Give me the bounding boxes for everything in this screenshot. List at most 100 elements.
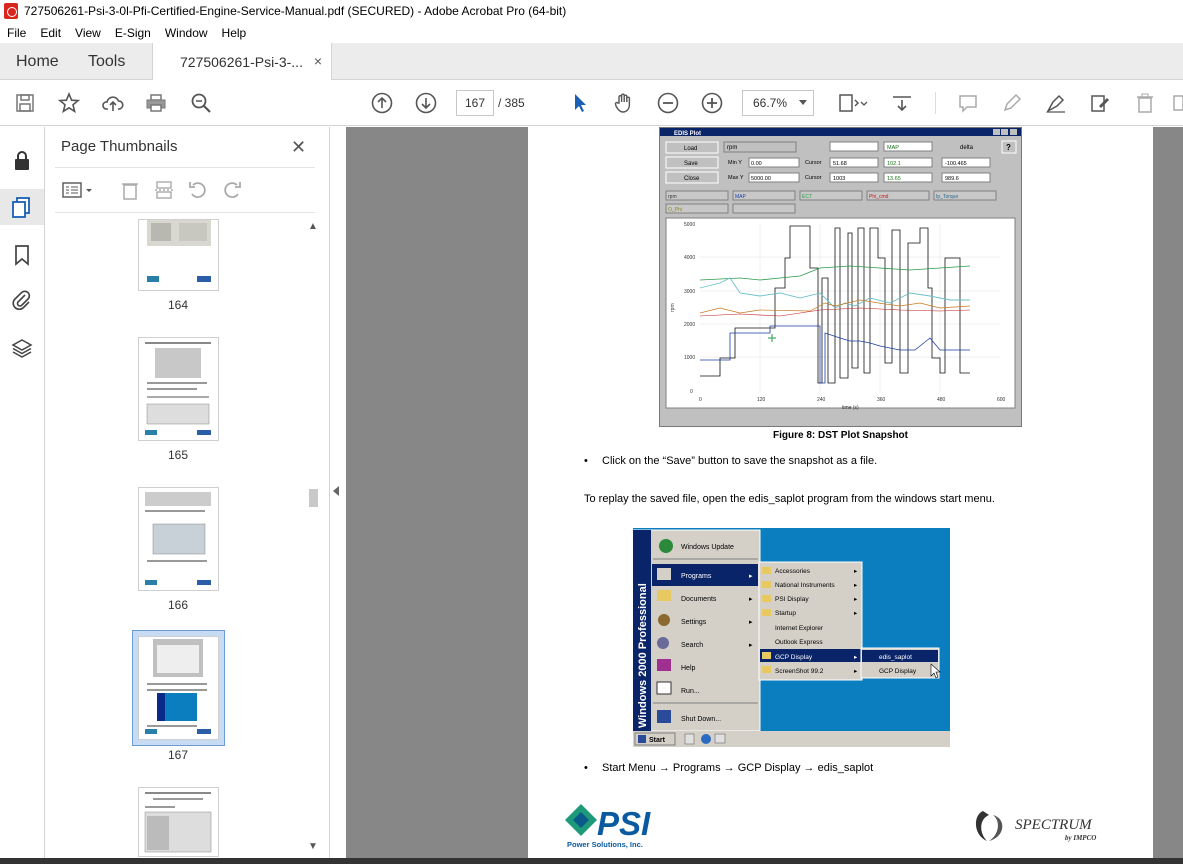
tab-tools[interactable]: Tools — [88, 43, 125, 80]
psi-logo-subtitle: Power Solutions, Inc. — [567, 840, 643, 849]
edit-document-icon[interactable] — [1088, 91, 1112, 115]
programs-national-instruments: National Instruments — [775, 582, 835, 589]
zoom-out-icon[interactable] — [656, 91, 680, 115]
more-tools-icon[interactable] — [1172, 91, 1183, 115]
gcp-display: GCP Display — [879, 668, 917, 675]
windows-banner: Windows 2000 Professional — [637, 583, 649, 728]
zoom-search-icon[interactable] — [189, 91, 213, 115]
toolbar-separator — [935, 92, 936, 114]
extract-pages-icon[interactable] — [153, 179, 175, 201]
rotate-left-icon[interactable] — [187, 179, 209, 201]
x-tick: 360 — [877, 397, 886, 403]
print-icon[interactable] — [144, 91, 168, 115]
psi-logo-text: PSI — [597, 805, 651, 842]
next-page-icon[interactable] — [414, 91, 438, 115]
collapse-panel-icon[interactable] — [333, 486, 339, 496]
tab-document[interactable]: 727506261-Psi-3-... × — [152, 43, 332, 81]
y-tick: 5000 — [684, 222, 695, 228]
previous-page-icon[interactable] — [370, 91, 394, 115]
programs-accessories: Accessories — [775, 568, 811, 575]
page-thumbnails-icon[interactable] — [0, 189, 44, 225]
layers-icon[interactable] — [11, 337, 33, 359]
spectrum-logo: SPECTRUM by IMPCO — [971, 807, 1111, 847]
page-thumbnail[interactable] — [138, 219, 219, 291]
scroll-up-arrow-icon[interactable]: ▲ — [308, 221, 318, 232]
plot-buttons: Load Save Close — [665, 141, 719, 184]
thumbnail-scrollbar[interactable]: ▲ ▼ — [306, 219, 320, 859]
highlight-pen-icon[interactable] — [1000, 91, 1024, 115]
map2-value: 13.65 — [887, 176, 901, 182]
save-file-icon[interactable] — [13, 91, 37, 115]
y-tick: 2000 — [684, 322, 695, 328]
attachments-paperclip-icon[interactable] — [11, 289, 33, 311]
instruction-bullet-save: • Click on the “Save” button to save the … — [584, 455, 877, 467]
y-tick: 0 — [690, 389, 693, 395]
page-thumbnail-selected[interactable] — [138, 636, 219, 740]
select-cursor-icon[interactable] — [568, 91, 592, 115]
start-item-programs: Programs — [681, 573, 712, 580]
page-fit-icon[interactable] — [836, 91, 870, 115]
col2-header: MAP — [887, 145, 899, 151]
menu-window[interactable]: Window — [158, 26, 215, 40]
thumbnail-options-icon[interactable] — [61, 179, 95, 201]
edis-plot-screenshot: EDIS Plot Load Save Close rpm Min Y 0.00… — [659, 127, 1022, 427]
max-y-label: Max Y — [728, 175, 744, 181]
menu-esign[interactable]: E-Sign — [108, 26, 158, 40]
delete-page-icon[interactable] — [119, 179, 141, 201]
tab-document-label: 727506261-Psi-3-... — [180, 54, 303, 70]
scroll-down-arrow-icon[interactable]: ▼ — [308, 841, 318, 852]
lock-icon[interactable] — [11, 149, 33, 171]
delta2-value: 989.6 — [945, 176, 959, 182]
x-tick: 600 — [997, 397, 1006, 403]
figure-caption: Figure 8: DST Plot Snapshot — [772, 430, 908, 441]
zoom-level-select[interactable]: 66.7% — [742, 90, 814, 116]
menu-view[interactable]: View — [68, 26, 108, 40]
page-thumbnail[interactable] — [138, 487, 219, 591]
title-bar: 727506261-Psi-3-0l-Pfi-Certified-Engine-… — [0, 0, 1183, 22]
rotate-right-icon[interactable] — [221, 179, 243, 201]
panel-title: Page Thumbnails — [61, 138, 178, 155]
zoom-in-icon[interactable] — [700, 91, 724, 115]
zoom-level-value: 66.7% — [753, 96, 788, 110]
thumbnail-scroll-thumb[interactable] — [309, 489, 318, 507]
delta-header: delta — [960, 145, 974, 151]
start-item-run: Run... — [681, 688, 700, 695]
programs-outlook-express: Outlook Express — [775, 639, 823, 646]
bookmark-star-icon[interactable] — [57, 91, 81, 115]
svg-text:▸: ▸ — [749, 642, 753, 649]
menu-help[interactable]: Help — [215, 26, 254, 40]
legend-rpm: rpm — [668, 194, 677, 200]
comment-icon[interactable] — [956, 91, 980, 115]
hand-tool-icon[interactable] — [612, 91, 636, 115]
psi-logo: PSI Power Solutions, Inc. — [563, 802, 688, 852]
plot-load-button: Load — [684, 146, 697, 152]
page-thumbnail[interactable] — [138, 787, 219, 857]
sign-pen-icon[interactable] — [1044, 91, 1068, 115]
start-item-help: Help — [681, 665, 696, 672]
x-tick: 240 — [817, 397, 826, 403]
tab-close-icon[interactable]: × — [314, 53, 322, 69]
delta1-value: -100.465 — [945, 161, 967, 167]
bookmarks-icon[interactable] — [11, 244, 33, 266]
menu-file[interactable]: File — [0, 26, 33, 40]
page-number-input[interactable]: 167 — [456, 90, 494, 116]
delete-trash-icon[interactable] — [1133, 91, 1157, 115]
programs-screenshot: ScreenShot 99.2 — [775, 668, 824, 675]
scroll-mode-icon[interactable] — [890, 91, 914, 115]
document-scrollbar[interactable] — [1169, 127, 1183, 864]
programs-gcp-display: GCP Display — [775, 654, 813, 661]
close-panel-icon[interactable]: ✕ — [291, 137, 306, 158]
left-navigation-rail — [0, 127, 45, 864]
y-tick: 3000 — [684, 289, 695, 295]
y-tick: 1000 — [684, 355, 695, 361]
programs-psi-display: PSI Display — [775, 596, 809, 603]
page-thumbnail[interactable] — [138, 337, 219, 441]
upload-cloud-icon[interactable] — [101, 91, 125, 115]
tab-home[interactable]: Home — [16, 43, 59, 80]
legend-phi-cmd: Phi_cmd — [869, 194, 889, 200]
toolbar: 167 / 385 66.7% — [0, 80, 1183, 126]
pdf-page: EDIS Plot Load Save Close rpm Min Y 0.00… — [528, 127, 1153, 864]
spectrum-logo-subtitle: by IMPCO — [1065, 834, 1096, 842]
document-view: EDIS Plot Load Save Close rpm Min Y 0.00… — [346, 127, 1183, 864]
menu-edit[interactable]: Edit — [33, 26, 68, 40]
